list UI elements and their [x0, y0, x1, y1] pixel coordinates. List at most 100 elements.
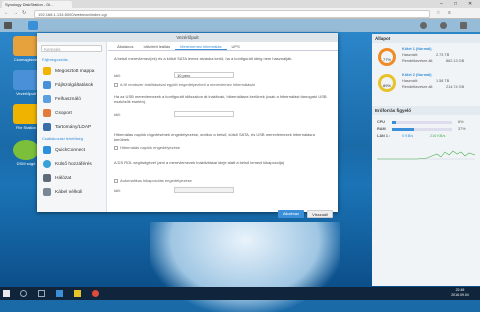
checkbox-auto-poweroff[interactable]: Automatikus kikapcsolás engedélyezése: [114, 178, 192, 183]
windows-taskbar: 22:45 2016.09.04: [0, 287, 480, 300]
tab-hibernation[interactable]: Merevlemez hibernálás: [175, 42, 227, 50]
chrome-icon[interactable]: [92, 290, 99, 297]
control-panel-task-icon[interactable]: [28, 21, 38, 30]
sidebar-item-wireless[interactable]: Kábel nélküli: [37, 185, 106, 199]
content-area: Általános Időzített leállás Merevlemez h…: [108, 42, 338, 218]
task-view-icon[interactable]: [38, 290, 45, 297]
volume1-available-label: Rendelkezésre áll:: [402, 59, 434, 63]
sidebar-item-file-services[interactable]: Fájlszolgáltatások: [37, 78, 106, 92]
tab-general[interactable]: Általános: [112, 42, 138, 50]
folder-icon[interactable]: [74, 290, 81, 297]
sidebar-item-network[interactable]: Hálózat: [37, 171, 106, 185]
checkbox-icon: [114, 145, 118, 150]
clock[interactable]: 22:45 2016.09.04: [445, 288, 475, 298]
volume1-available: 862.13 GB: [446, 59, 465, 63]
auto-poweroff-description: A DS ROL segítségével (ami a merevlemeze…: [114, 160, 285, 165]
forward-icon[interactable]: →: [13, 10, 18, 16]
maximize-icon[interactable]: □: [454, 0, 457, 8]
volume2-gauge: 89%: [378, 74, 396, 92]
ram-bar-fill: [392, 128, 415, 131]
sidebar: Keresés Fájlmegosztás Megosztott mappa F…: [37, 42, 107, 212]
back-icon[interactable]: ←: [4, 10, 9, 16]
dsm-taskbar: [0, 19, 480, 32]
minimize-icon[interactable]: –: [440, 0, 443, 8]
search-icon[interactable]: [20, 290, 27, 297]
main-menu-icon[interactable]: [4, 22, 12, 29]
widget-panel: Állapot 77% Kötet 1 (Normál) Használt: 2…: [372, 34, 480, 286]
help-icon: [13, 140, 39, 160]
reset-button[interactable]: Visszaáll: [307, 210, 333, 218]
time-label-3: Idő:: [114, 188, 121, 193]
windows-start-icon[interactable]: [3, 290, 10, 297]
address-input[interactable]: 192.168.1.134:5000/webman/index.cgi: [34, 9, 430, 18]
time-select-1[interactable]: 10 perc: [174, 72, 234, 78]
reload-icon[interactable]: ↻: [22, 10, 26, 16]
edge-icon[interactable]: [56, 290, 63, 297]
checkbox-icon: [114, 82, 118, 87]
sidebar-item-user[interactable]: Felhasználó: [37, 92, 106, 106]
checkbox-icon: [114, 178, 118, 183]
log-description: Hibernálás naplók rögzítésének engedélye…: [114, 132, 315, 142]
browser-titlebar: Synology DiskStation - Di... – □ ✕: [0, 0, 480, 8]
folder-icon: [13, 104, 39, 124]
volume1-used: 2.73 TB: [436, 53, 450, 57]
time-select-3[interactable]: [174, 187, 234, 193]
sidebar-item-group[interactable]: Csoport: [37, 106, 106, 120]
volume2-used: 1.58 TB: [436, 79, 450, 83]
notification-icon[interactable]: [420, 22, 427, 29]
browser-tab[interactable]: Synology DiskStation - Di...: [2, 1, 72, 8]
ram-bar: [392, 128, 452, 131]
search-input[interactable]: Keresés: [41, 45, 102, 52]
lan-download: 216 KB/s: [430, 134, 446, 138]
search-icon[interactable]: [460, 22, 467, 29]
tab-ups[interactable]: UPS: [227, 42, 245, 50]
user-icon: [43, 95, 51, 103]
sidebar-item-quickconnect[interactable]: QuickConnect: [37, 143, 106, 157]
globe-icon: [43, 160, 51, 168]
package-icon: [13, 36, 39, 56]
volume2-available-label: Rendelkezésre áll:: [402, 85, 434, 89]
star-icon[interactable]: ☆: [436, 10, 440, 16]
domain-icon: [43, 123, 51, 131]
volume1-used-label: Használt:: [402, 53, 418, 57]
sidebar-item-domain[interactable]: Tartomány/LDAP: [37, 120, 106, 134]
ram-value: 37%: [458, 127, 466, 131]
cpu-label: CPU: [377, 120, 386, 124]
shared-folder-icon: [43, 67, 51, 75]
section-connectivity[interactable]: Csatlakozási lehetőség: [37, 134, 106, 143]
time-label-1: Idő:: [114, 73, 121, 78]
checkbox-hibernate-with-shutdown[interactable]: A fő rendszer leállításával együtt enged…: [114, 82, 255, 87]
hibernation-description: A belső merevlemez(ek) és a külső SATA l…: [114, 56, 293, 61]
close-icon[interactable]: ✕: [468, 0, 472, 8]
tab-bar: Általános Időzített leállás Merevlemez h…: [108, 42, 338, 51]
ram-label: RAM: [377, 127, 386, 131]
checkbox-hibernation-log[interactable]: Hibernálás naplók engedélyezése: [114, 145, 180, 150]
window-title: Vezérlőpult: [37, 33, 338, 42]
volume2-used-label: Használt:: [402, 79, 418, 83]
time-select-2[interactable]: [174, 111, 234, 117]
volume2-available: 214.74 GB: [446, 85, 465, 89]
lan-upload: 0 KB/s: [402, 134, 414, 138]
status-widget-header: Állapot: [372, 34, 480, 43]
wireless-icon: [43, 188, 51, 196]
menu-icon[interactable]: ≡: [448, 10, 451, 16]
time-label-2: Idő:: [114, 112, 121, 117]
tab-scheduled-shutdown[interactable]: Időzített leállás: [138, 42, 175, 50]
resource-monitor-header: Erőforrás figyelő: [372, 106, 480, 115]
sidebar-item-shared-folder[interactable]: Megosztott mappa: [37, 64, 106, 78]
address-bar-row: ← → ↻ 192.168.1.134:5000/webman/index.cg…: [0, 8, 480, 19]
volume1-name: Kötet 1 (Normál): [402, 47, 432, 51]
section-file-sharing[interactable]: Fájlmegosztás: [37, 55, 106, 64]
control-panel-window: Vezérlőpult Keresés Fájlmegosztás Megosz…: [37, 33, 338, 218]
quickconnect-icon: [43, 146, 51, 154]
volume1-gauge: 77%: [378, 48, 396, 66]
user-icon[interactable]: [440, 22, 447, 29]
file-services-icon: [43, 81, 51, 89]
sidebar-item-external-access[interactable]: Külső hozzáférés: [37, 157, 106, 171]
apply-button[interactable]: Alkalmaz: [278, 210, 304, 218]
cpu-bar-fill: [392, 121, 396, 124]
lan-label: LAN 1 :: [377, 134, 391, 138]
volume2-name: Kötet 2 (Normál): [402, 73, 432, 77]
cpu-bar: [392, 121, 452, 124]
usb-description: Ha az USB merevlemezek a konfigurált idő…: [114, 94, 327, 104]
